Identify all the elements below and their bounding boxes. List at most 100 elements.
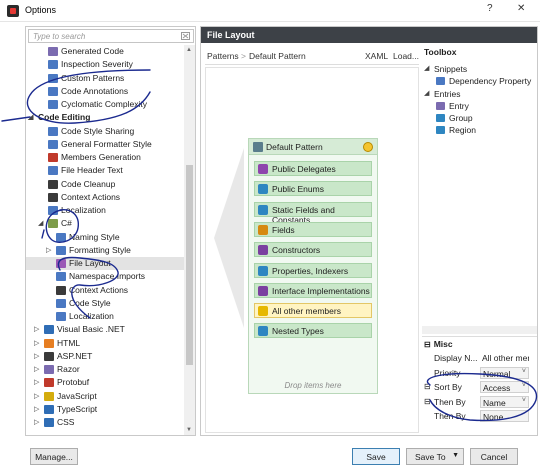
default-pattern-box[interactable]: Default Pattern Public Delegates Public E… bbox=[248, 138, 378, 394]
expand-icon[interactable]: ▷ bbox=[34, 325, 42, 333]
expand-icon[interactable]: ▷ bbox=[34, 339, 42, 347]
tree-item-icon bbox=[44, 365, 54, 374]
tree-item[interactable]: File Header Text bbox=[26, 164, 184, 177]
pattern-item[interactable]: Nested Types bbox=[254, 323, 372, 339]
tree-item[interactable]: Custom Patterns bbox=[26, 72, 184, 85]
dropdown-arrow-icon[interactable]: ˅ bbox=[522, 368, 526, 375]
search-input[interactable]: Type to search bbox=[28, 29, 194, 43]
help-button[interactable]: ? bbox=[487, 3, 493, 14]
pattern-item[interactable]: Interface Implementations bbox=[254, 282, 372, 298]
tree-item[interactable]: Cyclomatic Complexity bbox=[26, 98, 184, 111]
pattern-item-icon bbox=[258, 326, 268, 337]
scrollbar-thumb[interactable] bbox=[186, 165, 193, 365]
tree-item[interactable]: Context Actions bbox=[26, 191, 184, 204]
group-item[interactable]: Group bbox=[436, 112, 536, 124]
property-row[interactable]: ⊟ Sort By Access ˅ bbox=[422, 380, 537, 394]
tree-item[interactable]: ▷ Visual Basic .NET bbox=[26, 323, 184, 336]
tree-item[interactable]: ▷ TypeScript bbox=[26, 403, 184, 416]
tree-item[interactable]: ▷ JavaScript bbox=[26, 390, 184, 403]
pattern-item[interactable]: Fields bbox=[254, 221, 372, 237]
tree-item[interactable]: ▷ HTML bbox=[26, 337, 184, 350]
tree-item[interactable]: Naming Style bbox=[26, 231, 184, 244]
tree-item[interactable]: Code Style Sharing bbox=[26, 125, 184, 138]
tree-item[interactable]: Code Cleanup bbox=[26, 178, 184, 191]
settings-icon[interactable] bbox=[363, 142, 373, 152]
collapse-icon[interactable]: ⊟ bbox=[424, 397, 431, 406]
snippet-dependency-property[interactable]: Dependency Property bbox=[436, 75, 536, 87]
tree-item[interactable]: Localization bbox=[26, 204, 184, 217]
expand-icon[interactable]: ▷ bbox=[34, 392, 42, 400]
collapse-icon[interactable]: ◢ bbox=[28, 113, 36, 121]
tree-item[interactable]: General Formatter Style bbox=[26, 138, 184, 151]
collapse-icon[interactable]: ⊟ bbox=[424, 382, 431, 391]
tree-item-icon bbox=[48, 219, 58, 229]
misc-section[interactable]: ⊟ Misc bbox=[424, 339, 453, 349]
pattern-item-icon bbox=[258, 265, 268, 276]
tree-item[interactable]: Namespace Imports bbox=[26, 270, 184, 283]
tree-item[interactable]: ◢ Code Editing bbox=[26, 111, 184, 124]
property-value[interactable]: Name ˅ bbox=[480, 395, 529, 408]
tree-item[interactable]: ▷ ASP.NET bbox=[26, 350, 184, 363]
entries-node[interactable]: ◢ Entries bbox=[424, 88, 534, 100]
tree-item[interactable]: Code Annotations bbox=[26, 85, 184, 98]
tree-item[interactable]: ▷ Protobuf bbox=[26, 376, 184, 389]
save-button[interactable]: Save bbox=[352, 448, 400, 465]
expand-icon[interactable]: ▷ bbox=[34, 405, 42, 413]
property-key: Sort By bbox=[434, 382, 462, 392]
property-row[interactable]: Priority Normal ˅ bbox=[422, 366, 537, 380]
expand-icon[interactable]: ▷ bbox=[46, 246, 54, 254]
save-to-button[interactable]: Save To ▼ bbox=[406, 448, 464, 465]
cancel-button[interactable]: Cancel bbox=[470, 448, 518, 465]
tree-item[interactable]: Members Generation bbox=[26, 151, 184, 164]
back-arrow-icon[interactable] bbox=[214, 148, 244, 328]
close-button[interactable]: ✕ bbox=[517, 3, 525, 14]
property-value[interactable]: Access ˅ bbox=[480, 381, 529, 393]
property-value[interactable]: None bbox=[480, 410, 529, 422]
expand-icon[interactable]: ▷ bbox=[34, 352, 42, 360]
xaml-button[interactable]: XAML bbox=[365, 51, 388, 61]
tree-item[interactable]: Code Style bbox=[26, 297, 184, 310]
clear-search-icon[interactable] bbox=[181, 32, 190, 40]
snippets-node[interactable]: ◢ Snippets bbox=[424, 63, 534, 75]
property-value[interactable]: All other mem bbox=[480, 352, 529, 364]
expand-icon[interactable]: ▷ bbox=[34, 418, 42, 426]
pattern-item[interactable]: Constructors bbox=[254, 242, 372, 258]
expand-icon[interactable]: ▷ bbox=[34, 365, 42, 373]
save-to-label: Save To bbox=[415, 452, 446, 462]
pattern-item[interactable]: All other members bbox=[254, 303, 372, 319]
tree-item[interactable]: File Layout bbox=[26, 257, 184, 270]
tree-item[interactable]: ▷ Razor bbox=[26, 363, 184, 376]
tree-item[interactable]: Generated Code bbox=[26, 45, 184, 58]
tree-item[interactable]: ▷ Formatting Style bbox=[26, 244, 184, 257]
tree-item[interactable]: Context Actions bbox=[26, 284, 184, 297]
collapse-icon[interactable]: ◢ bbox=[38, 219, 46, 227]
dropdown-arrow-icon[interactable]: ▼ bbox=[452, 452, 459, 459]
property-row[interactable]: Then By None bbox=[422, 409, 537, 423]
collapse-icon[interactable]: ◢ bbox=[424, 89, 429, 97]
property-value[interactable]: Normal ˅ bbox=[480, 366, 529, 379]
tree-item[interactable]: Inspection Severity bbox=[26, 58, 184, 71]
breadcrumb-patterns[interactable]: Patterns bbox=[207, 51, 239, 61]
dropdown-arrow-icon[interactable]: ˅ bbox=[522, 382, 526, 389]
properties-grid: ⊟Misc Display N...All other memPriorityN… bbox=[422, 336, 537, 434]
property-row[interactable]: ⊟ Then By Name ˅ bbox=[422, 395, 537, 409]
splitter[interactable] bbox=[422, 326, 537, 334]
pattern-item[interactable]: Static Fields and Constants bbox=[254, 201, 372, 225]
tree-item[interactable]: Localization bbox=[26, 310, 184, 323]
property-row[interactable]: Display N... All other mem bbox=[422, 351, 537, 365]
expand-icon[interactable]: ▷ bbox=[34, 378, 42, 386]
pattern-item[interactable]: Public Delegates bbox=[254, 161, 372, 176]
region-item[interactable]: Region bbox=[436, 124, 536, 136]
entry-item[interactable]: Entry bbox=[436, 100, 536, 112]
tree-scrollbar[interactable]: ▲ ▼ bbox=[184, 45, 195, 435]
tree-item-label: Naming Style bbox=[69, 231, 120, 242]
collapse-icon[interactable]: ◢ bbox=[424, 64, 429, 72]
manage-button[interactable]: Manage... bbox=[30, 448, 78, 465]
dropdown-arrow-icon[interactable]: ˅ bbox=[522, 397, 526, 404]
pattern-item[interactable]: Public Enums bbox=[254, 181, 372, 197]
tree-item[interactable]: ◢ C# bbox=[26, 217, 184, 230]
pattern-item[interactable]: Properties, Indexers bbox=[254, 262, 372, 278]
load-button[interactable]: Load... bbox=[393, 51, 419, 61]
breadcrumb-default-pattern[interactable]: Default Pattern bbox=[249, 51, 306, 61]
tree-item[interactable]: ▷ CSS bbox=[26, 416, 184, 429]
